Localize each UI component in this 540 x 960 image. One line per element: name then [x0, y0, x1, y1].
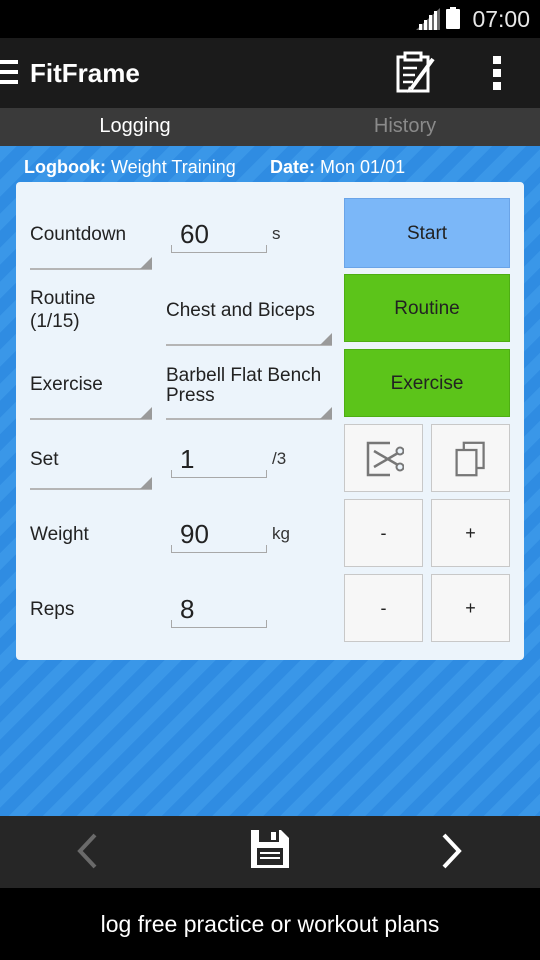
- copy-icon: [455, 441, 485, 477]
- logbook-value[interactable]: Weight Training: [111, 157, 236, 177]
- weight-unit: kg: [272, 524, 290, 543]
- routine-spinner-value[interactable]: Chest and Biceps: [166, 301, 315, 321]
- save-icon[interactable]: [249, 828, 291, 870]
- countdown-input-underline: [171, 245, 267, 253]
- copy-button[interactable]: [431, 424, 510, 492]
- clipboard-icon[interactable]: [393, 51, 437, 95]
- tab-history[interactable]: History: [270, 108, 540, 146]
- menu-icon[interactable]: [0, 60, 20, 86]
- overflow-icon[interactable]: [490, 56, 504, 90]
- set-spinner-line[interactable]: [30, 488, 152, 490]
- exercise-spinner-value-line1[interactable]: Barbell Flat Bench: [166, 366, 321, 386]
- countdown-spinner-arrow[interactable]: [140, 257, 152, 269]
- weight-input-underline: [171, 545, 267, 553]
- routine-label: Routine: [30, 288, 96, 309]
- set-spinner-arrow[interactable]: [140, 477, 152, 489]
- routine-spinner-arrow[interactable]: [320, 333, 332, 345]
- exercise-label: Exercise: [30, 374, 103, 395]
- reps-input-underline: [171, 620, 267, 628]
- reps-minus-button[interactable]: -: [344, 574, 423, 642]
- routine-button[interactable]: Routine: [344, 274, 510, 342]
- weight-label: Weight: [30, 524, 89, 545]
- reps-label: Reps: [30, 599, 75, 620]
- exercise-spinner-arrow[interactable]: [320, 407, 332, 419]
- logbook-label: Logbook:: [24, 157, 106, 177]
- exercise-label-spinner-line[interactable]: [30, 418, 152, 420]
- battery-icon: [446, 7, 460, 29]
- cut-icon: [366, 441, 404, 477]
- tab-logging[interactable]: Logging: [0, 108, 270, 146]
- countdown-spinner-line[interactable]: [30, 268, 152, 270]
- signal-icon: [416, 8, 440, 30]
- weight-minus-button[interactable]: -: [344, 499, 423, 567]
- tab-bar: Logging History: [0, 108, 540, 146]
- set-label: Set: [30, 449, 59, 470]
- countdown-label: Countdown: [30, 224, 127, 245]
- routine-spinner-line[interactable]: [166, 344, 332, 346]
- exercise-label-spinner-arrow[interactable]: [140, 407, 152, 419]
- date-label: Date:: [270, 157, 316, 177]
- logging-card: Countdown 60 s Routine (1/15) Chest and …: [16, 182, 524, 660]
- app-title[interactable]: FitFrame: [30, 58, 140, 89]
- exercise-button[interactable]: Exercise: [344, 349, 510, 417]
- status-time: 07:00: [472, 6, 530, 32]
- countdown-unit: s: [272, 224, 281, 243]
- next-icon[interactable]: [441, 832, 463, 870]
- caption: log free practice or workout plans: [0, 888, 540, 960]
- status-bar: 07:00: [0, 0, 540, 38]
- prev-icon[interactable]: [76, 832, 98, 870]
- weight-plus-button[interactable]: +: [431, 499, 510, 567]
- bottom-bar: [0, 816, 540, 888]
- set-input-underline: [171, 470, 267, 478]
- logbook-header: Logbook: Weight Training Date: Mon 01/01: [24, 157, 405, 178]
- action-bar: FitFrame: [0, 38, 540, 108]
- start-button[interactable]: Start: [344, 198, 510, 268]
- logging-content: Logbook: Weight Training Date: Mon 01/01…: [0, 146, 540, 816]
- set-total: /3: [272, 449, 287, 468]
- date-group: Date: Mon 01/01: [270, 157, 405, 178]
- cut-button[interactable]: [344, 424, 423, 492]
- reps-plus-button[interactable]: +: [431, 574, 510, 642]
- date-value[interactable]: Mon 01/01: [320, 157, 405, 177]
- exercise-spinner-value-line2[interactable]: Press: [166, 386, 215, 406]
- routine-count: (1/15): [30, 311, 80, 332]
- exercise-spinner-line[interactable]: [166, 418, 332, 420]
